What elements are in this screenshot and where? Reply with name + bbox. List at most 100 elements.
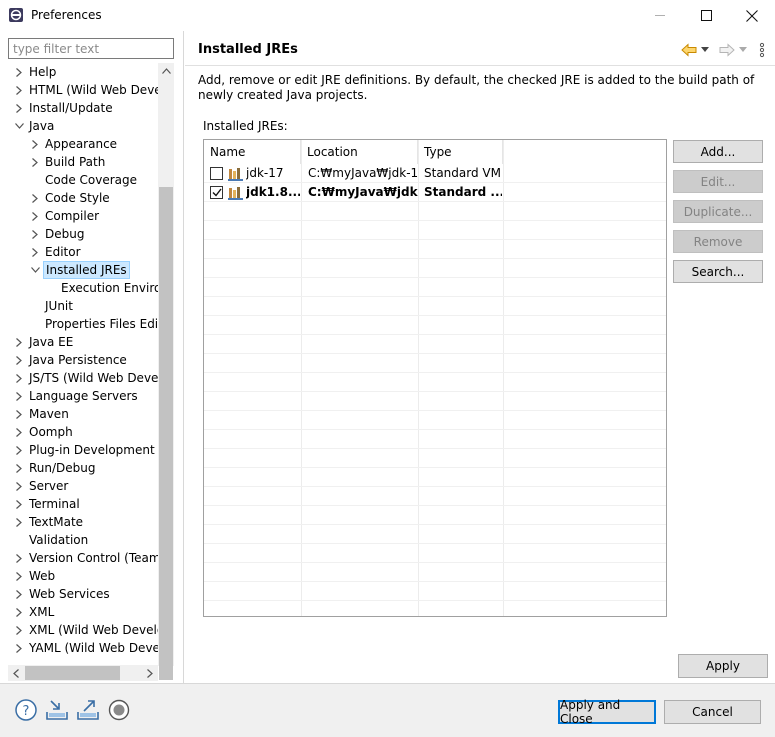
import-icon[interactable] — [45, 698, 69, 722]
back-arrow-icon[interactable] — [681, 43, 697, 57]
chevron-right-icon[interactable] — [14, 441, 24, 459]
chevron-right-icon[interactable] — [14, 549, 24, 567]
tree-item[interactable]: Web Services — [0, 585, 158, 603]
chevron-right-icon[interactable] — [30, 189, 40, 207]
chevron-right-icon[interactable] — [14, 387, 24, 405]
tree-item[interactable]: Maven — [0, 405, 158, 423]
remove-button[interactable]: Remove — [673, 230, 763, 253]
tree-item[interactable]: JUnit — [0, 297, 158, 315]
tree-item[interactable]: Java Persistence — [0, 351, 158, 369]
minimize-button[interactable] — [637, 0, 683, 31]
jre-default-checkbox[interactable] — [210, 167, 223, 180]
tree-item[interactable]: JS/TS (Wild Web Develo — [0, 369, 158, 387]
column-header-location[interactable]: Location — [301, 140, 418, 164]
installed-jres-table[interactable]: Name Location Type jdk-17 C:₩myJava₩jdk-1… — [203, 139, 667, 617]
tree-item[interactable]: Editor — [0, 243, 158, 261]
chevron-right-icon[interactable] — [30, 153, 40, 171]
tree-item[interactable]: Execution Environ — [0, 279, 158, 297]
chevron-right-icon[interactable] — [14, 495, 24, 513]
tree-item[interactable]: Compiler — [0, 207, 158, 225]
tree-item[interactable]: Web — [0, 567, 158, 585]
edit-button[interactable]: Edit... — [673, 170, 763, 193]
chevron-right-icon[interactable] — [14, 405, 24, 423]
chevron-right-icon[interactable] — [14, 459, 24, 477]
chevron-right-icon[interactable] — [14, 477, 24, 495]
view-menu-icon[interactable] — [759, 42, 765, 58]
scroll-right-icon[interactable] — [142, 665, 158, 681]
tree-item[interactable]: Build Path — [0, 153, 158, 171]
tree-horizontal-scroll-thumb[interactable] — [25, 666, 120, 680]
scroll-left-icon[interactable] — [8, 665, 24, 681]
record-icon[interactable] — [107, 698, 131, 722]
chevron-right-icon[interactable] — [14, 639, 24, 657]
tree-item[interactable]: Debug — [0, 225, 158, 243]
scroll-up-icon[interactable] — [158, 63, 174, 79]
tree-horizontal-scrollbar[interactable] — [8, 665, 158, 681]
add-button[interactable]: Add... — [673, 140, 763, 163]
duplicate-button[interactable]: Duplicate... — [673, 200, 763, 223]
back-dropdown-icon[interactable] — [701, 47, 709, 53]
tree-item[interactable]: Code Style — [0, 189, 158, 207]
chevron-right-icon[interactable] — [14, 351, 24, 369]
chevron-right-icon[interactable] — [14, 99, 24, 117]
chevron-down-icon[interactable] — [30, 261, 40, 279]
chevron-right-icon[interactable] — [14, 63, 24, 81]
chevron-right-icon[interactable] — [14, 513, 24, 531]
tree-item-label: Maven — [29, 407, 69, 421]
tree-item[interactable]: Java EE — [0, 333, 158, 351]
tree-item[interactable]: YAML (Wild Web Develo — [0, 639, 158, 657]
chevron-right-icon[interactable] — [30, 207, 40, 225]
chevron-right-icon[interactable] — [30, 225, 40, 243]
jre-table-row[interactable]: jdk1.8.... C:₩myJava₩jdk... Standard ... — [204, 183, 666, 202]
tree-item[interactable]: Run/Debug — [0, 459, 158, 477]
chevron-right-icon[interactable] — [14, 333, 24, 351]
apply-button[interactable]: Apply — [678, 654, 768, 678]
chevron-right-icon[interactable] — [30, 135, 40, 153]
search-button[interactable]: Search... — [673, 260, 763, 283]
tree-item[interactable]: Installed JREs — [0, 261, 158, 279]
tree-item[interactable]: Validation — [0, 531, 158, 549]
chevron-right-icon[interactable] — [14, 603, 24, 621]
jre-table-row[interactable]: jdk-17 C:₩myJava₩jdk-17 Standard VM — [204, 164, 666, 183]
export-icon[interactable] — [76, 698, 100, 722]
chevron-right-icon[interactable] — [14, 567, 24, 585]
tree-item[interactable]: Properties Files Edito — [0, 315, 158, 333]
filter-input[interactable] — [8, 38, 174, 59]
column-header-name[interactable]: Name — [204, 140, 301, 164]
chevron-right-icon[interactable] — [14, 369, 24, 387]
tree-item[interactable]: Java — [0, 117, 158, 135]
forward-dropdown-icon[interactable] — [739, 47, 747, 53]
svg-text:?: ? — [23, 704, 30, 719]
tree-item[interactable]: TextMate — [0, 513, 158, 531]
tree-item[interactable]: Oomph — [0, 423, 158, 441]
tree-item[interactable]: Appearance — [0, 135, 158, 153]
tree-item[interactable]: Language Servers — [0, 387, 158, 405]
tree-item[interactable]: Code Coverage — [0, 171, 158, 189]
tree-item[interactable]: Terminal — [0, 495, 158, 513]
chevron-down-icon[interactable] — [14, 117, 24, 135]
tree-vertical-scrollbar[interactable] — [158, 63, 174, 692]
chevron-right-icon[interactable] — [14, 621, 24, 639]
tree-item[interactable]: Server — [0, 477, 158, 495]
tree-vertical-scroll-thumb[interactable] — [159, 187, 173, 680]
chevron-right-icon[interactable] — [14, 81, 24, 99]
tree-item[interactable]: XML — [0, 603, 158, 621]
jre-default-checkbox[interactable] — [210, 186, 223, 199]
tree-item[interactable]: XML (Wild Web Develop — [0, 621, 158, 639]
maximize-button[interactable] — [683, 0, 729, 31]
chevron-right-icon[interactable] — [30, 243, 40, 261]
chevron-right-icon[interactable] — [14, 423, 24, 441]
forward-arrow-icon[interactable] — [719, 43, 735, 57]
help-icon[interactable]: ? — [14, 698, 38, 722]
tree-item[interactable]: Help — [0, 63, 158, 81]
tree-item[interactable]: Plug-in Development — [0, 441, 158, 459]
cancel-button[interactable]: Cancel — [664, 700, 761, 724]
empty-table-row — [204, 221, 666, 240]
tree-item[interactable]: Version Control (Team) — [0, 549, 158, 567]
chevron-right-icon[interactable] — [14, 585, 24, 603]
apply-and-close-button[interactable]: Apply and Close — [558, 698, 656, 726]
close-button[interactable] — [729, 0, 775, 31]
tree-item[interactable]: HTML (Wild Web Develo — [0, 81, 158, 99]
column-header-type[interactable]: Type — [418, 140, 503, 164]
tree-item[interactable]: Install/Update — [0, 99, 158, 117]
